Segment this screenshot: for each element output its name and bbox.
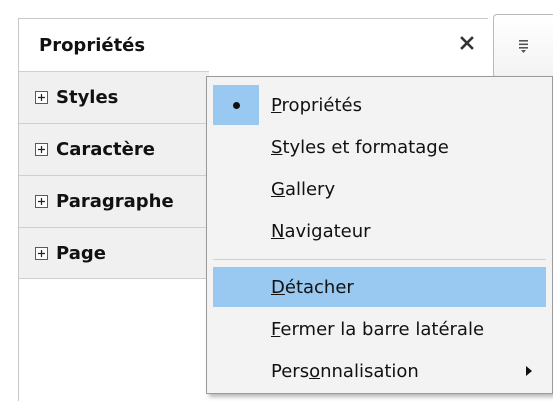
sidebar-dropdown-menu: Propriétés Styles et formatage Gallery N… — [206, 76, 553, 394]
menu-item-personnalisation[interactable]: Personnalisation — [213, 351, 546, 391]
panel-sections: Styles Caractère Paragraphe Page — [19, 71, 209, 401]
section-label: Paragraphe — [56, 191, 174, 212]
sidebar-menu-button[interactable] — [493, 14, 553, 78]
selected-marker — [213, 85, 259, 125]
plus-box-icon[interactable] — [35, 143, 48, 156]
menu-item-detacher[interactable]: Détacher — [213, 267, 546, 307]
menu-item-styles-formatage[interactable]: Styles et formatage — [213, 127, 546, 167]
close-icon — [460, 36, 474, 50]
sidebar-menu-icon — [518, 40, 528, 53]
section-paragraphe[interactable]: Paragraphe — [19, 175, 209, 227]
menu-item-fermer-barre-laterale[interactable]: Fermer la barre latérale — [213, 309, 546, 349]
menu-item-label: Détacher — [271, 276, 354, 298]
radio-dot-icon — [232, 101, 240, 109]
plus-box-icon[interactable] — [35, 91, 48, 104]
plus-box-icon[interactable] — [35, 195, 48, 208]
section-label: Page — [56, 242, 106, 264]
libreoffice-sidebar-window: Propriétés Styles Caractère Paragraphe P… — [0, 0, 553, 401]
menu-separator — [213, 259, 546, 260]
section-page[interactable]: Page — [19, 227, 209, 279]
menu-item-label: Navigateur — [271, 220, 371, 242]
menu-item-gallery[interactable]: Gallery — [213, 169, 546, 209]
close-panel-button[interactable] — [455, 31, 479, 55]
section-label: Caractère — [56, 139, 155, 160]
plus-box-icon[interactable] — [35, 246, 48, 260]
menu-item-navigateur[interactable]: Navigateur — [213, 211, 546, 251]
section-caractere[interactable]: Caractère — [19, 123, 209, 175]
menu-item-label: Fermer la barre latérale — [271, 318, 485, 340]
panel-title: Propriétés — [39, 35, 146, 56]
menu-item-label: Gallery — [271, 178, 336, 200]
section-styles[interactable]: Styles — [19, 71, 209, 123]
menu-item-proprietes[interactable]: Propriétés — [213, 85, 546, 125]
menu-item-label: Styles et formatage — [271, 136, 449, 158]
section-label: Styles — [56, 87, 119, 108]
menu-item-label: Propriétés — [271, 94, 362, 116]
menu-item-label: Personnalisation — [271, 360, 419, 382]
submenu-arrow-icon — [526, 366, 532, 376]
